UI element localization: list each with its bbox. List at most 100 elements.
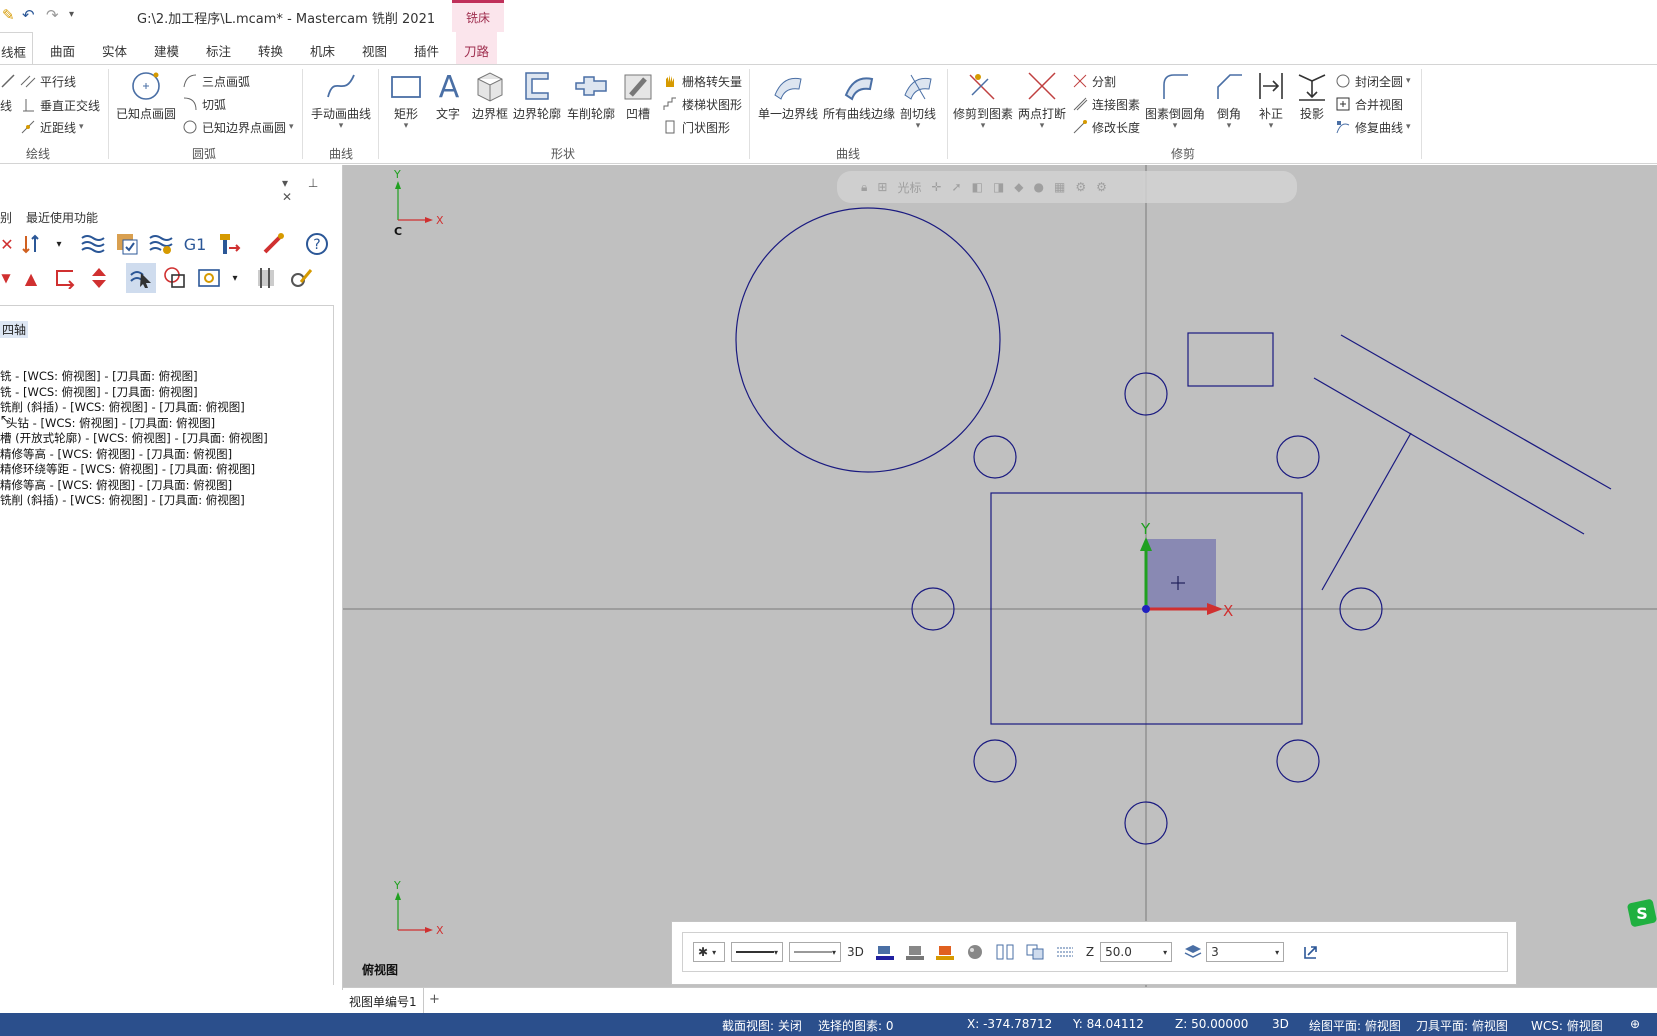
insert-arrow-icon[interactable]	[50, 263, 80, 293]
perpendicular-line-button[interactable]: 垂直正交线	[20, 95, 100, 115]
list-item[interactable]: 精修等高 - [WCS: 俯视图] - [刀具面: 俯视图]	[0, 477, 232, 493]
display-options-icon[interactable]	[194, 263, 224, 293]
single-edge-curve-button[interactable]: 单一边界线	[752, 69, 824, 122]
mode-3d-status[interactable]: 3D	[1272, 1017, 1289, 1031]
surface-color-icon[interactable]	[935, 944, 954, 960]
panel-controls[interactable]: ▾ ⊥ ✕	[282, 176, 342, 204]
project-button[interactable]: 投影	[1292, 69, 1332, 122]
tab-view[interactable]: 视图	[362, 41, 387, 60]
slice-button[interactable]: 剖切线 ▾	[894, 69, 942, 131]
point-style-dropdown[interactable]: ✱ ▾	[693, 942, 725, 962]
settings-icon[interactable]: ⚙	[1096, 180, 1107, 194]
panel-tab-recent[interactable]: 最近使用功能	[26, 209, 98, 226]
lock-edit-icon[interactable]	[286, 263, 316, 293]
line-cut-label[interactable]: 线	[0, 95, 12, 115]
door-geometry-button[interactable]: 门状图形	[662, 117, 730, 137]
manual-spline-button[interactable]: 手动画曲线 ▾	[306, 69, 376, 131]
join-entities-button[interactable]: 连接图素	[1072, 94, 1140, 114]
list-item[interactable]: 精修等高 - [WCS: 俯视图] - [刀具面: 俯视图]	[0, 446, 232, 462]
sphere-icon[interactable]: ●	[1034, 180, 1044, 194]
trim-to-entities-button[interactable]: 修剪到图素 ▾	[950, 69, 1016, 131]
clear-color-icon[interactable]	[996, 944, 1014, 960]
cursor-z-coordinate[interactable]: Z: 50.00000	[1175, 1017, 1248, 1031]
bounding-box-button[interactable]: 边界框	[465, 69, 515, 122]
chamfer-button[interactable]: 倒角 ▾	[1209, 69, 1249, 131]
material-icon[interactable]	[966, 944, 984, 960]
tab-model-prep[interactable]: 建模	[154, 41, 179, 60]
select-mode-icon[interactable]: ◧	[972, 180, 983, 194]
modify-length-button[interactable]: 修改长度	[1072, 117, 1140, 137]
mode-3d-toggle[interactable]: 3D	[847, 945, 864, 959]
levels-icon[interactable]	[1184, 944, 1202, 960]
level-manager-icon[interactable]	[1056, 944, 1074, 960]
select-geometry-icon[interactable]	[160, 263, 190, 293]
parallel-line-button[interactable]	[0, 71, 20, 91]
section-view-status[interactable]: 截面视图: 关闭	[722, 1017, 802, 1034]
small-circle[interactable]	[973, 435, 1017, 479]
parallel-line-label-button[interactable]: 平行线	[20, 71, 76, 91]
small-circle[interactable]	[1276, 435, 1320, 479]
offset-button[interactable]: 补正 ▾	[1251, 69, 1291, 131]
toolpath-highfeed-icon[interactable]	[258, 229, 288, 259]
break-two-pieces-button[interactable]: 两点打断 ▾	[1014, 69, 1070, 131]
cursor-mode-icon[interactable]: ⊞	[877, 180, 887, 194]
list-item[interactable]: 槽 (开放式轮廓) - [WCS: 俯视图] - [刀具面: 俯视图]	[0, 430, 268, 446]
repair-curve-button[interactable]: 修复曲线 ▾	[1335, 117, 1411, 137]
move-down-icon[interactable]: ▼	[0, 263, 12, 293]
g1-post-icon[interactable]: G1	[180, 229, 210, 259]
tool-plane-status[interactable]: 刀具平面: 俯视图	[1416, 1017, 1508, 1034]
solid-color-icon[interactable]	[905, 944, 924, 960]
geometry-canvas[interactable]: Y X Y X C Y X S	[343, 165, 1657, 987]
tangent-arc-button[interactable]: 切弧	[182, 94, 226, 114]
toolpath-display-icon[interactable]	[252, 263, 282, 293]
viewsheet-tab[interactable]: 视图单编号1	[343, 988, 424, 1013]
list-item[interactable]: 头钻 - [WCS: 俯视图] - [刀具面: 俯视图]	[6, 415, 215, 431]
line-width-dropdown[interactable]: ▾	[789, 942, 841, 962]
tab-surfaces[interactable]: 曲面	[50, 41, 75, 60]
z-depth-input[interactable]: 50.0 ▾	[1100, 942, 1173, 962]
filter-icon[interactable]: ⚙	[1075, 180, 1086, 194]
wireframe-color-icon[interactable]	[875, 944, 894, 960]
save-icon[interactable]: ✎	[2, 6, 15, 24]
raster-to-vector-button[interactable]: 栅格转矢量	[662, 71, 742, 91]
circle-center-point-button[interactable]: 已知点画圆	[111, 69, 181, 122]
fillet-entities-button[interactable]: 图素倒圆角 ▾	[1142, 69, 1208, 131]
cube-icon[interactable]: ◆	[1014, 180, 1023, 194]
line-segment[interactable]	[1340, 334, 1612, 490]
regen-dirty-icon[interactable]	[146, 229, 176, 259]
large-circle[interactable]	[735, 207, 1001, 473]
list-item[interactable]: 铣削 (斜插) - [WCS: 俯视图] - [刀具面: 俯视图]	[0, 399, 245, 415]
machine-group-root[interactable]: 四轴	[0, 321, 29, 338]
move-up-icon[interactable]: ▲	[16, 263, 46, 293]
grid-icon[interactable]: ▦	[1054, 180, 1065, 194]
line-segment[interactable]	[1321, 432, 1412, 591]
rectangle-button[interactable]: 矩形 ▾	[378, 69, 434, 131]
construction-plane-status[interactable]: 绘图平面: 俯视图	[1309, 1017, 1401, 1034]
groove-button[interactable]: 凹槽	[618, 69, 658, 122]
dropdown-icon[interactable]: ▾	[228, 263, 242, 293]
quick-access-dropdown-icon[interactable]: ▾	[69, 9, 74, 20]
select-mode-icon[interactable]: ◨	[993, 180, 1004, 194]
closest-line-button[interactable]: 近距线 ▾	[20, 117, 84, 137]
text-button[interactable]: A 文字	[432, 69, 464, 122]
list-item[interactable]: 精修环绕等距 - [WCS: 俯视图] - [刀具面: 俯视图]	[0, 461, 255, 477]
list-item[interactable]: 铣削 (斜插) - [WCS: 俯视图] - [刀具面: 俯视图]	[0, 492, 245, 508]
pointer-icon[interactable]: ➚	[952, 180, 962, 194]
graphics-viewport[interactable]: Y X Y X C Y X S 🔒︎ ⊞ 光标 ✛ ➚ ◧ ◨ ◆ ● ▦ ⚙	[343, 165, 1657, 987]
divide-button[interactable]: 分割	[1072, 71, 1116, 91]
list-item[interactable]: 铣 - [WCS: 俯视图] - [刀具面: 俯视图]	[0, 384, 198, 400]
dropdown-icon[interactable]: ▾	[52, 229, 66, 259]
tab-wireframe[interactable]: 线框	[0, 32, 34, 65]
small-rectangle[interactable]	[1187, 332, 1274, 387]
stair-geometry-button[interactable]: 楼梯状图形	[662, 94, 742, 114]
wcs-status[interactable]: WCS: 俯视图	[1531, 1017, 1603, 1034]
circle-edge-point-button[interactable]: 已知边界点画圆 ▾	[182, 117, 294, 137]
small-circle[interactable]	[1276, 739, 1320, 783]
regenerate-icon[interactable]	[78, 229, 108, 259]
sort-icon[interactable]	[18, 229, 48, 259]
tab-transform[interactable]: 转换	[258, 41, 283, 60]
help-icon[interactable]: ?	[302, 229, 332, 259]
small-circle[interactable]	[973, 739, 1017, 783]
list-item[interactable]: 铣 - [WCS: 俯视图] - [刀具面: 俯视图]	[0, 368, 198, 384]
expand-collapse-icon[interactable]	[84, 263, 114, 293]
